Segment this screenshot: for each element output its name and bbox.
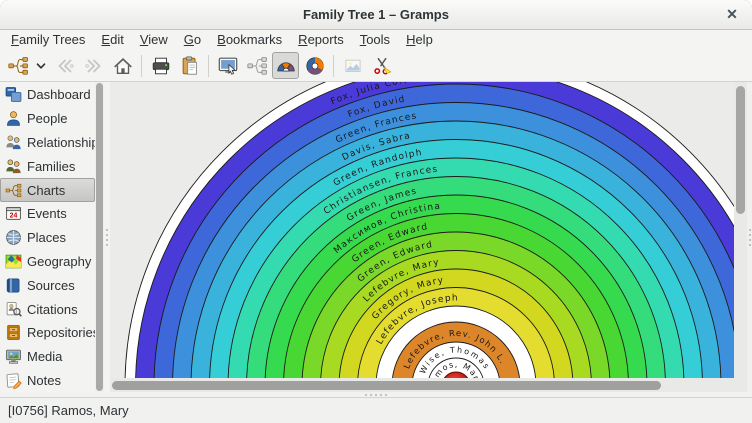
menu-family-trees[interactable]: Family Trees [3,31,93,49]
sidebar-item-events[interactable]: 24 Events [0,202,95,226]
fan-chart-half-icon [275,55,297,77]
sidebar-item-label: Media [27,349,62,364]
people-icon [5,110,22,127]
full-fan-chart-view-button[interactable] [301,52,328,79]
configure-view-icon [217,55,239,77]
menu-view[interactable]: View [132,31,176,49]
chart-area: Ramos, MaryWise, ThomasLefebvre, Rev. Jo… [110,82,734,392]
menu-edit[interactable]: Edit [93,31,131,49]
notes-icon [5,372,22,389]
home-button[interactable] [109,52,136,79]
back-icon [54,55,76,77]
fan-chart-view-button[interactable] [272,52,299,79]
families-icon [5,158,22,175]
image-icon [343,56,363,76]
home-icon [112,55,134,77]
close-icon[interactable]: ✕ [722,4,742,24]
media-icon [5,348,22,365]
back-button [51,52,78,79]
sources-icon [5,277,22,294]
gramps-tree-icon [7,55,29,77]
clipboard-button[interactable] [176,52,203,79]
citations-icon [5,301,22,318]
menu-go[interactable]: Go [176,31,209,49]
category-sidebar: Dashboard People Relationships Families Char… [0,82,95,392]
scissors-icon [371,55,393,77]
sidebar-item-relationships[interactable]: Relationships [0,131,95,155]
sidebar-item-label: Geography [27,254,91,269]
toolbar-separator [141,55,142,77]
vertical-scrollbar[interactable] [734,82,747,392]
sidebar-scrollbar[interactable] [95,82,104,392]
sidebar-item-label: Citations [27,302,78,317]
sidebar-item-repositories[interactable]: Repositories [0,321,95,345]
menu-help[interactable]: Help [398,31,441,49]
sidebar-item-sources[interactable]: Sources [0,273,95,297]
recent-trees-dropdown-button[interactable] [33,52,49,79]
sidebar-item-notes[interactable]: Notes [0,369,95,392]
pedigree-icon [246,55,268,77]
statusbar: [I0756] Ramos, Mary [0,397,752,423]
sidebar-item-label: Families [27,159,75,174]
menu-reports[interactable]: Reports [290,31,352,49]
edit-cut-button[interactable] [368,52,395,79]
horizontal-scrollbar-thumb[interactable] [112,381,661,390]
status-text: [I0756] Ramos, Mary [8,403,129,418]
export-image-button [339,52,366,79]
sidebar-item-label: Places [27,230,66,245]
sidebar-item-label: Sources [27,278,75,293]
titlebar[interactable]: Family Tree 1 – Gramps ✕ [0,0,752,30]
sidebar-item-media[interactable]: Media [0,345,95,369]
sidebar-item-dashboard[interactable]: Dashboard [0,83,95,107]
sidebar-item-label: People [27,111,67,126]
toolbar-separator [333,55,334,77]
sidebar-item-citations[interactable]: Citations [0,297,95,321]
menu-bookmarks[interactable]: Bookmarks [209,31,290,49]
menubar: Family TreesEditViewGoBookmarksReportsTo… [0,30,752,50]
clipboard-icon [179,55,201,77]
sidebar-item-families[interactable]: Families [0,154,95,178]
events-icon: 24 [5,205,22,222]
geography-icon [5,253,22,270]
sidebar-scrollbar-thumb[interactable] [96,83,103,391]
forward-button [80,52,107,79]
fan-chart-full-icon [304,55,326,77]
configure-view-button[interactable] [214,52,241,79]
sidebar-item-label: Events [27,206,67,221]
dashboard-icon [5,86,22,103]
toolbar-separator [208,55,209,77]
sidebar-item-label: Repositories [27,325,95,340]
menu-tools[interactable]: Tools [352,31,398,49]
forward-icon [83,55,105,77]
relationships-icon [5,134,22,151]
print-button[interactable] [147,52,174,79]
sidebar-item-people[interactable]: People [0,107,95,131]
window-title: Family Tree 1 – Gramps [303,7,449,22]
vertical-scrollbar-thumb[interactable] [736,86,745,214]
sidebar-item-geography[interactable]: Geography [0,250,95,274]
places-icon [5,229,22,246]
sidebar-item-places[interactable]: Places [0,226,95,250]
pedigree-view-button[interactable] [243,52,270,79]
repositories-icon [5,324,22,341]
svg-text:24: 24 [10,213,18,220]
sidebar-item-label: Charts [27,183,65,198]
sidebar-item-label: Notes [27,373,61,388]
sidebar-item-label: Dashboard [27,87,91,102]
print-icon [150,55,172,77]
sidebar-item-label: Relationships [27,135,95,150]
family-trees-button[interactable] [4,52,31,79]
charts-icon [5,182,22,199]
toolbar [0,50,752,82]
right-splitter[interactable] [747,82,752,392]
horizontal-scrollbar[interactable] [110,378,734,392]
chevron-down-icon [35,60,47,72]
main-area: Dashboard People Relationships Families Char… [0,82,752,392]
sidebar-item-charts[interactable]: Charts [0,178,95,202]
gramps-window: Family Tree 1 – Gramps ✕ Family TreesEdi… [0,0,752,423]
fan-chart[interactable]: Ramos, MaryWise, ThomasLefebvre, Rev. Jo… [110,82,734,378]
